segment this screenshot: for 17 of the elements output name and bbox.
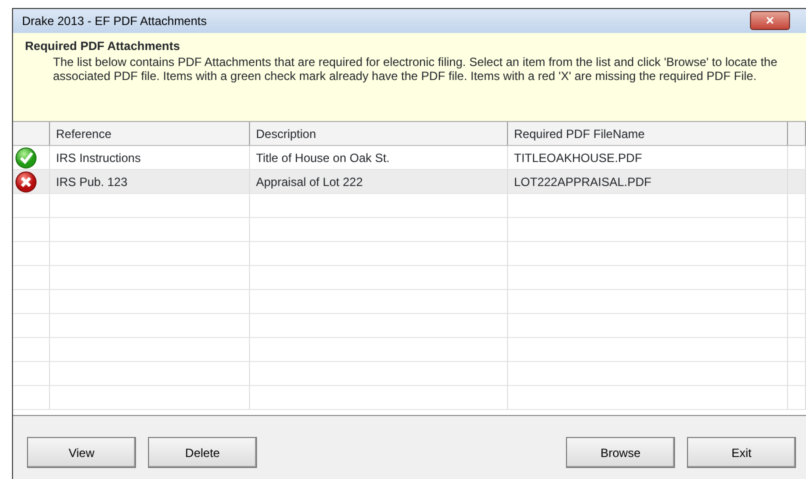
action-button[interactable]: Exit [687, 437, 796, 468]
window-title: Drake 2013 - EF PDF Attachments [22, 13, 207, 30]
column-header: Description [250, 122, 508, 145]
column-header: Required PDF FileName [508, 122, 788, 145]
action-button[interactable]: Delete [148, 437, 257, 468]
column-header: Reference [50, 122, 250, 145]
table-cell: IRS Pub. 123 [50, 170, 250, 193]
table-cell: Appraisal of Lot 222 [250, 170, 508, 193]
banner-title: Required PDF Attachments [25, 38, 181, 55]
table-cell: LOT222APPRAISAL.PDF [508, 170, 788, 193]
table-row[interactable]: IRS Pub. 123 Appraisal of Lot 222 LOT222APPRAISAL.PDF [13, 170, 806, 194]
table-cell: Title of House on Oak St. [250, 146, 508, 169]
action-button[interactable]: View [27, 437, 136, 468]
table-cell: IRS Instructions [50, 146, 250, 169]
action-button[interactable]: Browse [566, 437, 675, 468]
table-cell: TITLEOAKHOUSE.PDF [508, 146, 788, 169]
banner-text: The list below contains PDF Attachments that are required for electronic filing. Select an item from the list and click 'Browse' to locate the associated PDF file. Items with a green check mark already have the PDF file. Items with a red 'X' are missing the required PDF File. [53, 55, 778, 83]
